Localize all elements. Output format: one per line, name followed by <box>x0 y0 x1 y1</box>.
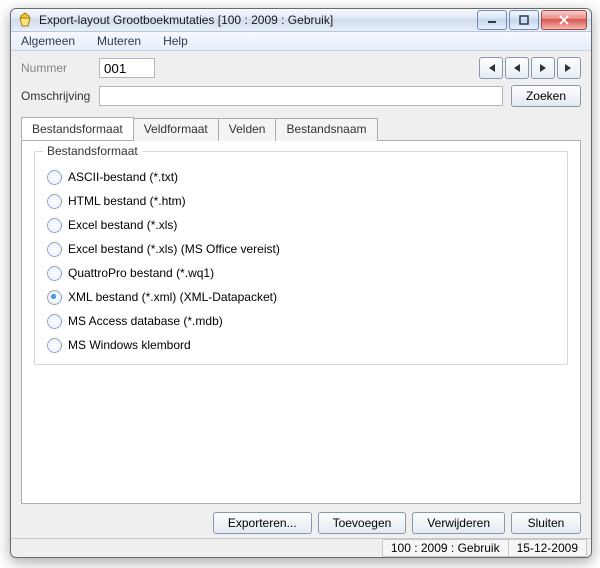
zoeken-button[interactable]: Zoeken <box>511 85 581 107</box>
window-controls <box>477 10 587 30</box>
omschrijving-label: Omschrijving <box>21 89 99 103</box>
radio-icon <box>47 290 62 305</box>
app-icon <box>17 12 33 28</box>
radio-icon <box>47 314 62 329</box>
tab-panel: Bestandsformaat ASCII-bestand (*.txt) HT… <box>21 140 581 504</box>
nummer-label: Nummer <box>21 61 99 75</box>
radio-icon <box>47 266 62 281</box>
toevoegen-button[interactable]: Toevoegen <box>318 512 407 534</box>
radio-xls-office[interactable]: Excel bestand (*.xls) (MS Office vereist… <box>47 238 555 260</box>
radio-mdb[interactable]: MS Access database (*.mdb) <box>47 310 555 332</box>
radio-ascii[interactable]: ASCII-bestand (*.txt) <box>47 166 555 188</box>
tab-bestandsformaat[interactable]: Bestandsformaat <box>21 117 134 140</box>
maximize-button[interactable] <box>509 10 539 30</box>
radio-icon <box>47 338 62 353</box>
radio-xls[interactable]: Excel bestand (*.xls) <box>47 214 555 236</box>
radio-html[interactable]: HTML bestand (*.htm) <box>47 190 555 212</box>
exporteren-button[interactable]: Exporteren... <box>213 512 312 534</box>
close-button[interactable] <box>541 10 587 30</box>
menu-help[interactable]: Help <box>159 32 192 50</box>
zoeken-label: Zoeken <box>526 89 566 103</box>
titlebar: Export-layout Grootboekmutaties [100 : 2… <box>11 9 591 32</box>
menubar: Algemeen Muteren Help <box>11 32 591 51</box>
minimize-button[interactable] <box>477 10 507 30</box>
tabs: Bestandsformaat Veldformaat Velden Besta… <box>21 117 581 504</box>
status-date: 15-12-2009 <box>508 539 587 557</box>
status-context: 100 : 2009 : Gebruik <box>382 539 509 557</box>
tab-bestandsnaam[interactable]: Bestandsnaam <box>275 118 377 141</box>
radio-quattro[interactable]: QuattroPro bestand (*.wq1) <box>47 262 555 284</box>
nav-next-button[interactable] <box>531 57 555 79</box>
menu-algemeen[interactable]: Algemeen <box>17 32 79 50</box>
bestandsformaat-group: Bestandsformaat ASCII-bestand (*.txt) HT… <box>34 151 568 365</box>
radio-icon <box>47 218 62 233</box>
omschrijving-input[interactable] <box>99 86 503 106</box>
nav-prev-button[interactable] <box>505 57 529 79</box>
verwijderen-button[interactable]: Verwijderen <box>412 512 505 534</box>
radio-icon <box>47 242 62 257</box>
window: Export-layout Grootboekmutaties [100 : 2… <box>10 8 592 558</box>
group-title: Bestandsformaat <box>43 144 142 158</box>
radio-clipboard[interactable]: MS Windows klembord <box>47 334 555 356</box>
nummer-input[interactable] <box>99 58 155 78</box>
sluiten-button[interactable]: Sluiten <box>511 512 581 534</box>
window-title: Export-layout Grootboekmutaties [100 : 2… <box>39 13 333 27</box>
statusbar: 100 : 2009 : Gebruik 15-12-2009 <box>11 538 591 557</box>
radio-xml[interactable]: XML bestand (*.xml) (XML-Datapacket) <box>47 286 555 308</box>
nav-last-button[interactable] <box>557 57 581 79</box>
tab-veldformaat[interactable]: Veldformaat <box>133 118 219 141</box>
menu-muteren[interactable]: Muteren <box>93 32 145 50</box>
radio-icon <box>47 170 62 185</box>
radio-icon <box>47 194 62 209</box>
client-area: Nummer Omschrijving Zoeken Bestandsforma… <box>11 51 591 538</box>
tab-velden[interactable]: Velden <box>218 118 277 141</box>
record-nav <box>479 57 581 79</box>
footer-buttons: Exporteren... Toevoegen Verwijderen Slui… <box>21 512 581 534</box>
nav-first-button[interactable] <box>479 57 503 79</box>
